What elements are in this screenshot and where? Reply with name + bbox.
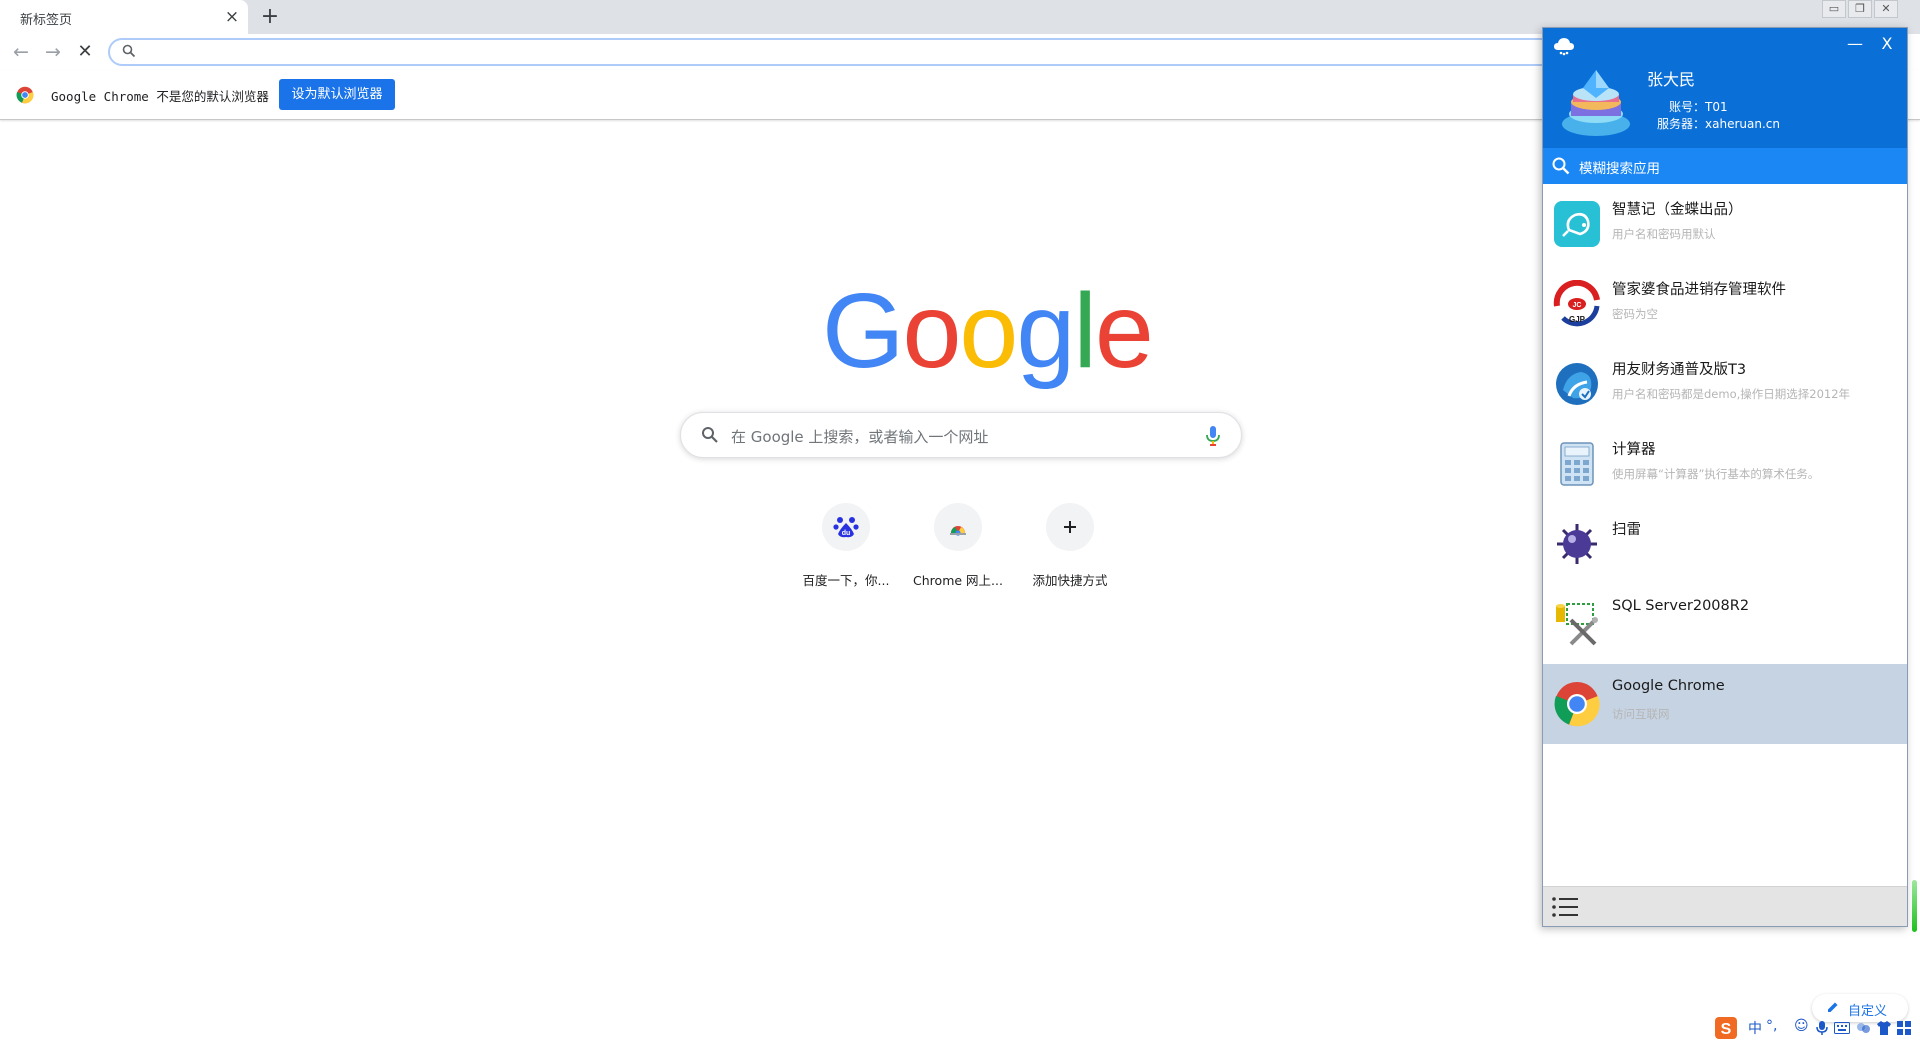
ime-mode[interactable]: 中 bbox=[1748, 1018, 1762, 1038]
forward-button[interactable]: → bbox=[40, 39, 66, 65]
add-shortcut-icon bbox=[1046, 503, 1094, 551]
list-item-google-chrome[interactable]: Google Chrome 访问互联网 bbox=[1543, 664, 1907, 744]
minimize-window-icon[interactable]: ▭ bbox=[1822, 0, 1846, 18]
avatar bbox=[1562, 70, 1630, 136]
launcher-footer bbox=[1543, 886, 1907, 926]
logo-letter: o bbox=[902, 272, 961, 390]
app-list: 智慧记（金蝶出品） 用户名和密码用默认 JC GJP 管家婆食品进销存管理软件 … bbox=[1543, 184, 1907, 884]
list-item-sql-server[interactable]: SQL Server2008R2 bbox=[1543, 584, 1907, 664]
emoji-icon[interactable]: ☺ bbox=[1794, 1018, 1809, 1034]
guanjiapo-app-icon: JC GJP bbox=[1553, 280, 1600, 327]
server-row: 服务器：xaheruan.cn bbox=[1657, 115, 1780, 132]
sql-server-app-icon bbox=[1556, 603, 1598, 646]
infobar-message: Google Chrome 不是您的默认浏览器 bbox=[51, 89, 269, 104]
stop-loading-button[interactable]: ✕ bbox=[72, 39, 98, 65]
account-value: T01 bbox=[1705, 100, 1728, 114]
search-icon bbox=[1552, 157, 1570, 175]
toolbox-grid-icon[interactable] bbox=[1896, 1020, 1912, 1036]
list-item-calculator[interactable]: 计算器 使用屏幕“计算器”执行基本的算术任务。 bbox=[1543, 424, 1907, 504]
svg-text:du: du bbox=[842, 530, 851, 537]
launcher-close-button[interactable]: X bbox=[1875, 32, 1899, 56]
shortcut-baidu[interactable]: du 百度一下，你... bbox=[790, 500, 902, 590]
account-label: 账号： bbox=[1669, 100, 1706, 114]
google-search-box[interactable]: 在 Google 上搜索，或者输入一个网址 bbox=[680, 412, 1242, 458]
shortcut-chrome-web-store[interactable]: Chrome 网上... bbox=[902, 500, 1014, 590]
svg-text:JC: JC bbox=[1573, 302, 1582, 309]
list-item-minesweeper[interactable]: 扫雷 bbox=[1543, 504, 1907, 584]
menu-list-icon[interactable] bbox=[1551, 895, 1579, 919]
yonyou-app-icon bbox=[1556, 363, 1598, 405]
address-bar[interactable] bbox=[108, 38, 1588, 66]
search-icon bbox=[122, 44, 136, 58]
chrome-app-icon bbox=[1554, 682, 1600, 727]
tab-close-button[interactable]: × bbox=[222, 7, 242, 27]
pencil-icon bbox=[1828, 1002, 1838, 1012]
list-item-guanjiapo[interactable]: JC GJP 管家婆食品进销存管理软件 密码为空 bbox=[1543, 264, 1907, 344]
ime-skin-icon[interactable] bbox=[1856, 1021, 1872, 1035]
minesweeper-app-icon bbox=[1557, 524, 1597, 564]
svg-text:S: S bbox=[1721, 1021, 1732, 1038]
close-window-icon[interactable]: ✕ bbox=[1874, 0, 1898, 18]
app-name: 智慧记（金蝶出品） bbox=[1612, 202, 1743, 218]
app-name: 计算器 bbox=[1612, 442, 1656, 458]
chrome-web-store-icon bbox=[934, 503, 982, 551]
launcher-search-bar[interactable]: 模糊搜索应用 bbox=[1543, 148, 1907, 184]
app-description: 密码为空 bbox=[1612, 307, 1658, 321]
launcher-minimize-button[interactable]: — bbox=[1843, 32, 1867, 56]
shirt-icon[interactable] bbox=[1876, 1020, 1892, 1036]
baidu-icon: du bbox=[822, 503, 870, 551]
launcher-header: — X 张大民 账号：T01 服务器：xaheruan.cn bbox=[1543, 28, 1907, 148]
microphone-icon[interactable] bbox=[1205, 425, 1221, 447]
shortcut-label: Chrome 网上... bbox=[913, 573, 1003, 588]
list-item-yonyou-t3[interactable]: 用友财务通普及版T3 用户名和密码都是demo,操作日期选择2012年 bbox=[1543, 344, 1907, 424]
svg-text:GJP: GJP bbox=[1569, 315, 1586, 324]
app-name: SQL Server2008R2 bbox=[1612, 598, 1750, 614]
zhihuiji-app-icon bbox=[1554, 201, 1600, 247]
app-description: 访问互联网 bbox=[1612, 707, 1670, 721]
search-icon bbox=[702, 427, 718, 443]
account-row: 账号：T01 bbox=[1669, 98, 1728, 115]
ime-punctuation[interactable]: °, bbox=[1766, 1018, 1777, 1034]
app-name: 扫雷 bbox=[1612, 522, 1641, 538]
user-name: 张大民 bbox=[1647, 70, 1696, 89]
shortcut-add[interactable]: 添加快捷方式 bbox=[1014, 500, 1126, 590]
chrome-logo-icon bbox=[16, 86, 34, 104]
status-indicator-bar bbox=[1912, 880, 1917, 932]
app-launcher-panel: — X 张大民 账号：T01 服务器：xaheruan.cn 模糊搜索应用 智慧… bbox=[1542, 27, 1908, 927]
app-description: 用户名和密码都是demo,操作日期选择2012年 bbox=[1612, 387, 1851, 401]
logo-letter: e bbox=[1094, 272, 1154, 390]
server-value: xaheruan.cn bbox=[1705, 117, 1780, 131]
tab-new-tab[interactable]: 新标签页 × bbox=[0, 0, 248, 34]
app-name: 用友财务通普及版T3 bbox=[1612, 362, 1747, 378]
restore-window-icon[interactable]: ❐ bbox=[1848, 0, 1872, 18]
address-input[interactable] bbox=[144, 42, 1544, 62]
logo-letter: g bbox=[1016, 272, 1075, 390]
logo-letter: l bbox=[1073, 272, 1097, 390]
tab-title: 新标签页 bbox=[20, 13, 73, 28]
launcher-search-input[interactable]: 模糊搜索应用 bbox=[1579, 157, 1660, 177]
list-item-zhihuiji[interactable]: 智慧记（金蝶出品） 用户名和密码用默认 bbox=[1543, 184, 1907, 264]
set-default-browser-button[interactable]: 设为默认浏览器 bbox=[279, 79, 395, 110]
app-name: Google Chrome bbox=[1612, 678, 1725, 694]
shortcut-tiles: du 百度一下，你... Chrome 网上... 添加快捷方式 bbox=[790, 500, 1130, 590]
app-description: 使用屏幕“计算器”执行基本的算术任务。 bbox=[1612, 467, 1820, 481]
keyboard-icon[interactable] bbox=[1834, 1021, 1850, 1035]
app-name: 管家婆食品进销存管理软件 bbox=[1612, 282, 1786, 298]
voice-input-icon[interactable] bbox=[1816, 1020, 1828, 1036]
google-logo: Google bbox=[822, 272, 1154, 390]
server-label: 服务器： bbox=[1657, 117, 1706, 131]
logo-letter: G bbox=[822, 272, 904, 390]
logo-letter: o bbox=[959, 272, 1018, 390]
search-placeholder: 在 Google 上搜索，或者输入一个网址 bbox=[731, 428, 989, 446]
back-button[interactable]: ← bbox=[8, 39, 34, 65]
app-description: 用户名和密码用默认 bbox=[1612, 227, 1716, 241]
calculator-app-icon bbox=[1560, 442, 1594, 486]
cloud-logo-icon bbox=[1554, 38, 1574, 56]
ime-toolbar: S 中 °, ☺ bbox=[1710, 1016, 1920, 1040]
new-tab-button[interactable]: + bbox=[258, 4, 282, 30]
sogou-ime-icon[interactable]: S bbox=[1714, 1016, 1738, 1040]
shortcut-label: 添加快捷方式 bbox=[1032, 573, 1108, 588]
shortcut-label: 百度一下，你... bbox=[802, 573, 890, 588]
